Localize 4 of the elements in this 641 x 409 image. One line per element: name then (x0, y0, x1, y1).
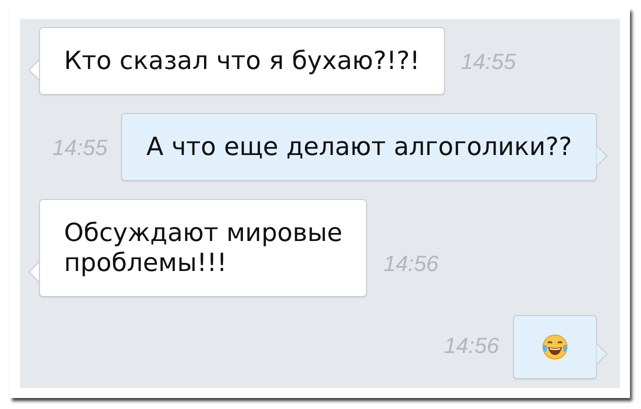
laughing-face-icon (542, 334, 568, 360)
message-text: Кто сказал что я бухаю?!?! (64, 46, 420, 76)
message-text: А что еще делают алгоголики?? (146, 132, 572, 162)
message-text: Обсуждают мировые проблемы!!! (64, 218, 342, 278)
